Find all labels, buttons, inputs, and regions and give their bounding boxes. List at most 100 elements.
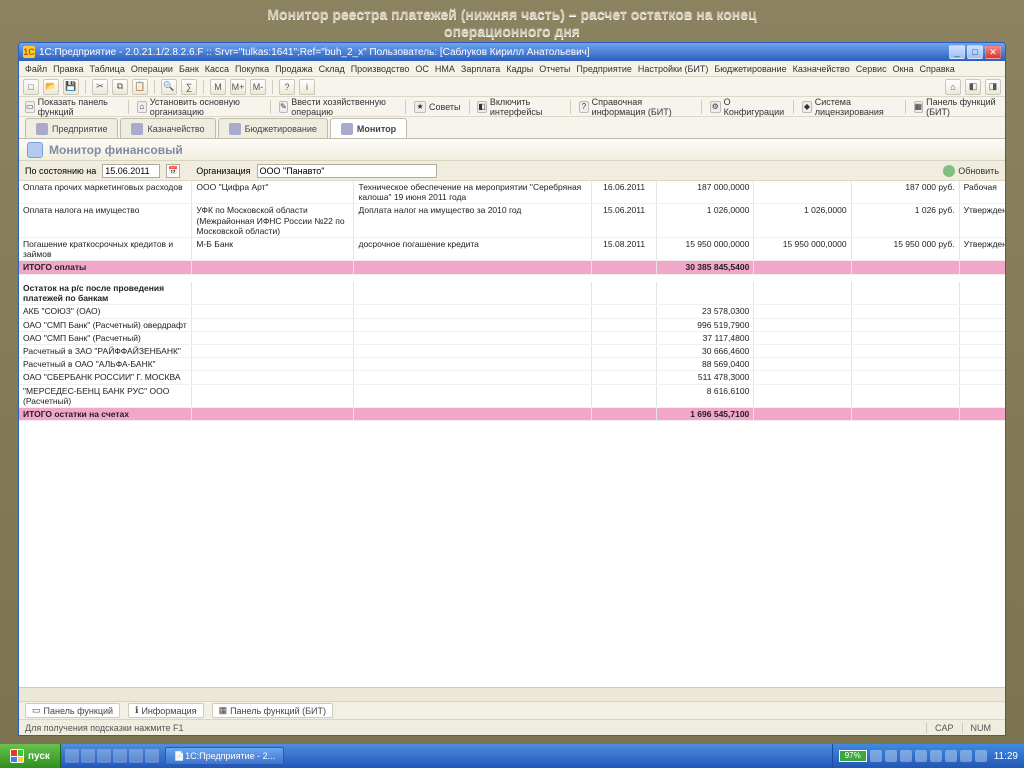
table-row[interactable]: ОАО "СБЕРБАНК РОССИИ" Г. МОСКВА511 478,3… <box>19 371 1005 384</box>
menu-item[interactable]: Банк <box>179 64 199 74</box>
menu-item[interactable]: Таблица <box>90 64 125 74</box>
menu-item[interactable]: НМА <box>435 64 455 74</box>
table-row[interactable]: ОАО "СМП Банк" (Расчетный)37 117,4800ОАО… <box>19 331 1005 344</box>
tool-calc-icon[interactable]: ∑ <box>181 79 197 95</box>
ql-icon[interactable] <box>129 749 143 763</box>
menu-item[interactable]: Сервис <box>856 64 887 74</box>
clock[interactable]: 11:29 <box>994 751 1018 762</box>
bottom-tab-bit[interactable]: ▦ Панель функций (БИТ) <box>212 703 333 718</box>
task-button[interactable]: 📄 1С:Предприятие - 2... <box>165 747 284 765</box>
menu-item[interactable]: Кадры <box>506 64 533 74</box>
ql-icon[interactable] <box>145 749 159 763</box>
table-row[interactable] <box>19 274 1005 282</box>
table-row[interactable]: "МЕРСЕДЕС-БЕНЦ БАНК РУС" ООО (Расчетный)… <box>19 384 1005 407</box>
menu-item[interactable]: Правка <box>53 64 83 74</box>
menu-item[interactable]: Производство <box>351 64 410 74</box>
tool-save-icon[interactable]: 💾 <box>63 79 79 95</box>
table-row[interactable]: АКБ "СОЮЗ" (ОАО)23 578,0300АКБ "СОЮЗ" (О… <box>19 305 1005 318</box>
tool-right2-icon[interactable]: ◧ <box>965 79 981 95</box>
func-panel-button[interactable]: ▦Панель функций (БИТ) <box>914 97 999 117</box>
ql-icon[interactable] <box>113 749 127 763</box>
grid-scroll[interactable]: Оплата прочих маркетинговых расходовООО … <box>19 181 1005 687</box>
config-button[interactable]: ⚙О Конфигурации <box>710 97 786 117</box>
table-row[interactable]: Оплата налога на имуществоУФК по Московс… <box>19 204 1005 238</box>
cell: 15 950 000,0000 <box>657 237 754 260</box>
menu-item[interactable]: Отчеты <box>539 64 570 74</box>
calendar-icon[interactable]: 📅 <box>166 164 180 178</box>
menu-item[interactable]: Касса <box>205 64 229 74</box>
menu-item[interactable]: Справка <box>920 64 955 74</box>
bottom-tab-info[interactable]: ℹ Информация <box>128 703 204 718</box>
show-panel-button[interactable]: ▭Показать панель функций <box>25 97 120 117</box>
ql-icon[interactable] <box>97 749 111 763</box>
menubar[interactable]: Файл Правка Таблица Операции Банк Касса Покупк… <box>19 61 1005 77</box>
tool-info-icon[interactable]: i <box>299 79 315 95</box>
battery-icon[interactable]: 97% <box>839 750 867 762</box>
tray-icon[interactable] <box>915 750 927 762</box>
tool-find-icon[interactable]: 🔍 <box>161 79 177 95</box>
tool-m-icon[interactable]: M <box>210 79 226 95</box>
table-row[interactable]: Остаток на р/с после проведения платежей… <box>19 282 1005 305</box>
table-row[interactable]: ИТОГО оплаты30 385 845,5400 <box>19 261 1005 274</box>
menu-item[interactable]: Файл <box>25 64 47 74</box>
funcpanel-icon: ▦ <box>914 101 924 113</box>
tool-open-icon[interactable]: 📂 <box>43 79 59 95</box>
tray-icon[interactable] <box>885 750 897 762</box>
start-button[interactable]: пуск <box>0 744 61 768</box>
tab-бюджетирование[interactable]: Бюджетирование <box>218 118 328 138</box>
ref-info-button[interactable]: ?Справочная информация (БИТ) <box>579 97 693 117</box>
table-row[interactable]: ОАО "СМП Банк" (Расчетный) овердрафт996 … <box>19 318 1005 331</box>
tool-new-icon[interactable]: □ <box>23 79 39 95</box>
menu-item[interactable]: Операции <box>131 64 173 74</box>
tool-help-icon[interactable]: ? <box>279 79 295 95</box>
menu-item[interactable]: ОС <box>415 64 429 74</box>
set-org-button[interactable]: ⌂Установить основную организацию <box>137 97 262 117</box>
tray-icon[interactable] <box>900 750 912 762</box>
table-row[interactable]: ИТОГО остатки на счетах1 696 545,7100 <box>19 407 1005 420</box>
interfaces-button[interactable]: ◧Включить интерфейсы <box>477 97 562 117</box>
menu-item[interactable]: Зарплата <box>461 64 500 74</box>
close-button[interactable]: ✕ <box>985 45 1001 59</box>
license-button[interactable]: ◆Система лицензирования <box>802 97 897 117</box>
tab-предприятие[interactable]: Предприятие <box>25 118 118 138</box>
date-input[interactable] <box>102 164 160 178</box>
menu-item[interactable]: Продажа <box>275 64 313 74</box>
enter-op-button[interactable]: ✎Ввести хозяйственную операцию <box>279 97 398 117</box>
titlebar[interactable]: 1C 1С:Предприятие - 2.0.21.1/2.8.2.6.F :… <box>19 43 1005 61</box>
status-num: NUM <box>962 723 1000 733</box>
refresh-button[interactable]: Обновить <box>943 165 999 177</box>
tool-mplus-icon[interactable]: M+ <box>230 79 246 95</box>
tool-paste-icon[interactable]: 📋 <box>132 79 148 95</box>
tray-icon[interactable] <box>975 750 987 762</box>
advice-button[interactable]: ★Советы <box>414 101 460 113</box>
menu-item[interactable]: Покупка <box>235 64 269 74</box>
table-row[interactable]: Погашение краткосрочных кредитов и займо… <box>19 237 1005 260</box>
tray-icon[interactable] <box>945 750 957 762</box>
menu-item[interactable]: Казначейство <box>793 64 850 74</box>
menu-item[interactable]: Предприятие <box>576 64 631 74</box>
tool-copy-icon[interactable]: ⧉ <box>112 79 128 95</box>
tray-icon[interactable] <box>870 750 882 762</box>
tray-icon[interactable] <box>960 750 972 762</box>
maximize-button[interactable]: □ <box>967 45 983 59</box>
tool-cut-icon[interactable]: ✂ <box>92 79 108 95</box>
tool-right1-icon[interactable]: ⌂ <box>945 79 961 95</box>
menu-item[interactable]: Настройки (БИТ) <box>638 64 709 74</box>
bottom-tab-panel[interactable]: ▭ Панель функций <box>25 703 120 718</box>
tab-монитор[interactable]: Монитор <box>330 118 407 138</box>
table-row[interactable]: Расчетный в ЗАО "РАЙФФАЙЗЕНБАНК"30 666,4… <box>19 344 1005 357</box>
tool-mminus-icon[interactable]: M- <box>250 79 266 95</box>
ql-icon[interactable] <box>81 749 95 763</box>
tray-icon[interactable] <box>930 750 942 762</box>
menu-item[interactable]: Окна <box>893 64 914 74</box>
table-row[interactable]: Оплата прочих маркетинговых расходовООО … <box>19 181 1005 204</box>
menu-item[interactable]: Бюджетирование <box>714 64 786 74</box>
tab-казначейство[interactable]: Казначейство <box>120 118 215 138</box>
org-input[interactable] <box>257 164 437 178</box>
tool-right3-icon[interactable]: ◨ <box>985 79 1001 95</box>
minimize-button[interactable]: _ <box>949 45 965 59</box>
grid-h-scroll[interactable] <box>19 687 1005 701</box>
ql-icon[interactable] <box>65 749 79 763</box>
table-row[interactable]: Расчетный в ОАО "АЛЬФА-БАНК"88 569,0400О… <box>19 358 1005 371</box>
menu-item[interactable]: Склад <box>319 64 345 74</box>
